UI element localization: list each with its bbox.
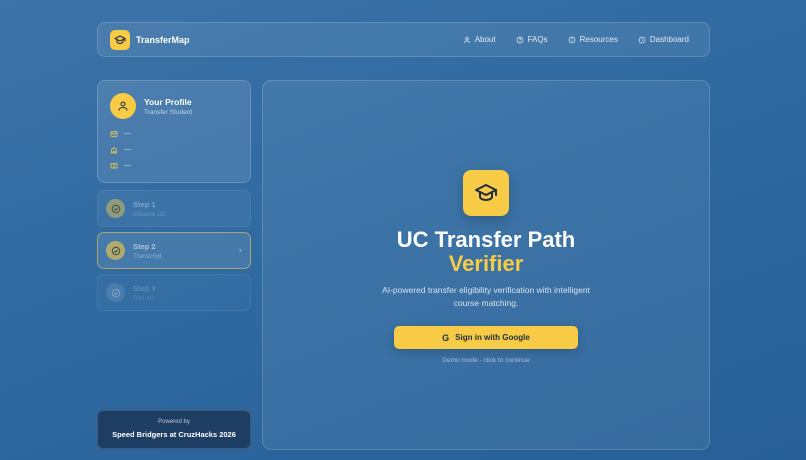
help-circle-icon [516, 36, 523, 43]
powered-by-label: Powered by [158, 419, 190, 425]
credit-text: Speed Bridgers at CruzHacks 2026 [112, 430, 236, 439]
footer-credit: Powered by Speed Bridgers at CruzHacks 2… [97, 410, 251, 449]
step-2-subtitle: Transcript [133, 252, 162, 260]
profile-school-value: — [124, 146, 131, 153]
nav-dashboard-label: Dashboard [649, 35, 689, 44]
book-icon [110, 162, 118, 169]
step-2-title: Step 2 [133, 241, 156, 251]
hero-title: UC Transfer Path [396, 227, 576, 252]
step-3-title: Step 3 [133, 283, 156, 293]
profile-card: Your Profile Transfer Student — — — [97, 80, 251, 183]
avatar [110, 93, 136, 119]
nav-resources-label: Resources [579, 35, 618, 44]
hero-description: AI-powered transfer eligibility verifica… [382, 285, 590, 308]
profile-major-row: — [110, 161, 238, 170]
profile-subtitle: Transfer Student [144, 108, 193, 116]
brand[interactable]: TransferMap [110, 29, 190, 50]
step-3-subtitle: Results [133, 294, 155, 302]
check-circle-icon [111, 246, 120, 255]
check-circle-icon [111, 204, 120, 213]
step-3-badge [106, 283, 125, 302]
step-3[interactable]: Step 3 Results [97, 274, 251, 311]
profile-email-value: — [124, 130, 131, 137]
google-signin-label: Sign in with Google [455, 333, 530, 342]
nav-about-label: About [474, 35, 496, 44]
graduation-cap-icon [110, 29, 130, 50]
profile-header: Your Profile Transfer Student [110, 93, 238, 119]
profile-email-row: — [110, 129, 238, 138]
nav-faqs-label: FAQs [527, 35, 548, 44]
profile-school-row: — [110, 145, 238, 154]
mail-icon [110, 130, 118, 137]
profile-details: — — — [110, 129, 238, 170]
chevron-right-icon: › [238, 245, 242, 256]
google-signin-button[interactable]: G Sign in with Google [394, 326, 578, 349]
top-navbar: TransferMap About FAQs Resources Dashboa… [97, 22, 710, 57]
nav-links: About FAQs Resources Dashboard [463, 35, 697, 44]
step-2-badge [106, 241, 125, 260]
graduation-cap-icon [463, 170, 509, 216]
brand-name: TransferMap [136, 34, 190, 45]
nav-dashboard[interactable]: Dashboard [638, 35, 689, 44]
profile-major-value: — [124, 162, 131, 169]
check-circle-icon [111, 288, 120, 297]
info-circle-icon [568, 36, 575, 43]
step-2[interactable]: Step 2 Transcript › [97, 232, 251, 269]
clock-icon [638, 36, 646, 43]
school-icon [111, 146, 117, 153]
step-1[interactable]: Step 1 Choose UC [97, 190, 251, 227]
demo-note: Demo mode - click to continue [442, 357, 530, 364]
profile-title: Your Profile [144, 96, 192, 107]
step-1-badge [106, 199, 125, 218]
step-1-subtitle: Choose UC [133, 210, 167, 218]
step-1-title: Step 1 [133, 199, 156, 209]
main-panel: UC Transfer Path Verifier AI-powered tra… [262, 80, 710, 450]
user-icon [118, 101, 128, 111]
hero-title-accent: Verifier [448, 251, 524, 276]
user-icon [463, 36, 470, 43]
nav-faqs[interactable]: FAQs [516, 35, 548, 44]
nav-resources[interactable]: Resources [568, 35, 618, 44]
nav-about[interactable]: About [463, 35, 496, 44]
google-icon: G [442, 332, 450, 343]
